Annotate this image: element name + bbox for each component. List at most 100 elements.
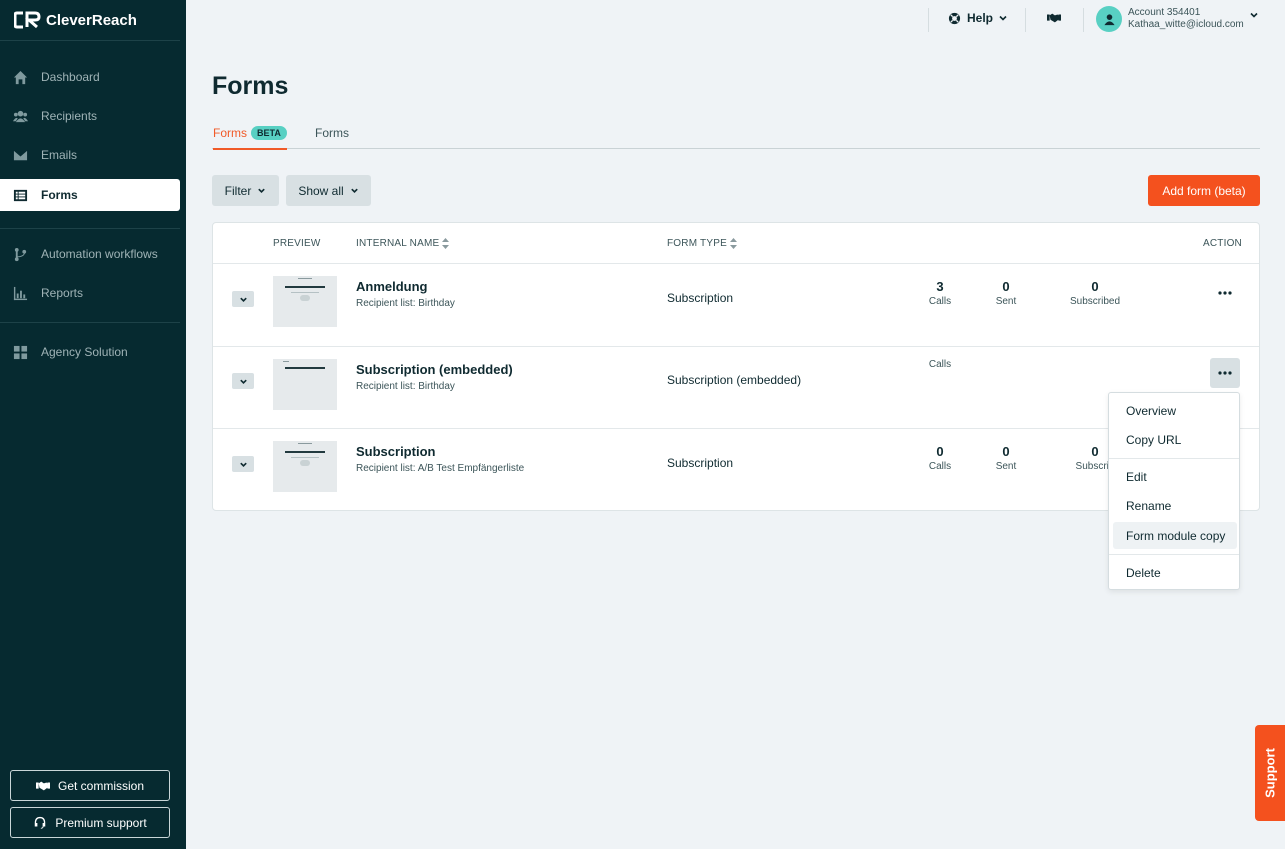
sidebar-item-label: Recipients (41, 109, 98, 123)
table-row: Subscription Recipient list: A/B Test Em… (213, 429, 1259, 511)
form-name[interactable]: Anmeldung (356, 279, 428, 294)
stat-label: Sent (995, 296, 1017, 307)
table-row: Subscription (embedded) Recipient list: … (213, 347, 1259, 428)
form-name[interactable]: Subscription (356, 444, 435, 459)
menu-item-form-module-copy[interactable]: Form module copy (1113, 522, 1237, 549)
sidebar-divider (0, 322, 180, 323)
stat-value: 0 (1091, 279, 1099, 294)
brand-name: CleverReach (46, 11, 137, 29)
workflow-icon (14, 247, 27, 261)
sidebar: CleverReach Dashboard Recipients Emails … (0, 0, 186, 849)
menu-item-edit[interactable]: Edit (1113, 463, 1237, 490)
premium-support-label: Premium support (55, 815, 147, 830)
stat-sent: 0 Sent (971, 279, 1041, 307)
stat-label: Calls (928, 461, 952, 472)
sidebar-item-label: Agency Solution (41, 345, 128, 359)
column-header-label: FORM TYPE (667, 238, 727, 249)
sidebar-item-label: Dashboard (41, 70, 100, 84)
support-label: Support (1262, 748, 1278, 798)
row-actions-button[interactable] (1210, 358, 1240, 388)
beta-badge: BETA (251, 126, 287, 140)
recipient-list: Recipient list: Birthday (356, 381, 455, 392)
account-menu[interactable]: Account 354401 Kathaa_witte@icloud.com (1096, 6, 1259, 32)
menu-divider (1109, 458, 1239, 459)
column-header-label: INTERNAL NAME (356, 238, 440, 249)
partner-handshake-button[interactable] (1045, 11, 1063, 30)
show-all-dropdown[interactable]: Show all (286, 175, 371, 206)
sort-icon (729, 238, 737, 249)
tab-forms[interactable]: Forms (315, 126, 349, 140)
column-header-name[interactable]: INTERNAL NAME (356, 238, 450, 249)
column-header-preview: PREVIEW (273, 238, 321, 249)
help-menu-button[interactable]: Help (948, 11, 1014, 25)
support-tab[interactable]: Support (1255, 725, 1285, 821)
column-header-type[interactable]: FORM TYPE (667, 238, 737, 249)
stat-label: Subscribed (1069, 296, 1121, 307)
form-preview-thumbnail[interactable] (273, 359, 337, 410)
expand-row-button[interactable] (232, 456, 254, 472)
sidebar-item-reports[interactable]: Reports (0, 277, 186, 309)
topbar: Help Account 354401 Kathaa_witte@icloud.… (186, 0, 1285, 38)
brand-logo[interactable]: CleverReach (0, 0, 180, 41)
stat-subscribed: 0 Subscribed (1060, 279, 1130, 307)
sidebar-item-forms[interactable]: Forms (0, 179, 180, 211)
account-email: Kathaa_witte@icloud.com (1128, 19, 1244, 30)
sidebar-item-recipients[interactable]: Recipients (0, 100, 186, 132)
stat-sent: 0 Sent (971, 444, 1041, 472)
show-all-label: Show all (298, 183, 344, 198)
chevron-down-icon (239, 379, 247, 384)
chevron-down-icon (350, 188, 358, 193)
user-icon (1103, 13, 1115, 25)
sidebar-item-emails[interactable]: Emails (0, 139, 186, 171)
sort-icon (442, 238, 450, 249)
sidebar-item-agency[interactable]: Agency Solution (0, 336, 186, 368)
handshake-icon (35, 781, 50, 790)
form-type: Subscription (embedded) (667, 373, 802, 387)
row-actions-menu: Overview Copy URL Edit Rename Form modul… (1108, 392, 1240, 590)
more-dots-icon (1218, 291, 1232, 295)
form-type: Subscription (667, 456, 734, 470)
form-preview-thumbnail[interactable] (273, 276, 337, 327)
help-label: Help (967, 11, 994, 25)
menu-item-rename[interactable]: Rename (1113, 492, 1237, 519)
stat-value: 0 (1002, 279, 1010, 294)
menu-item-overview[interactable]: Overview (1113, 397, 1237, 424)
tab-label: Forms (213, 126, 247, 140)
headset-icon (35, 816, 46, 829)
chevron-down-icon (999, 15, 1007, 21)
filter-button[interactable]: Filter (212, 175, 279, 206)
bar-chart-icon (13, 286, 28, 300)
menu-item-copy-url[interactable]: Copy URL (1113, 426, 1237, 453)
topbar-divider (1025, 8, 1026, 32)
handshake-icon (1047, 13, 1061, 23)
sidebar-divider (0, 228, 180, 229)
form-name[interactable]: Subscription (embedded) (356, 362, 513, 377)
tab-label: Forms (315, 126, 349, 140)
sidebar-item-label: Emails (41, 148, 78, 162)
users-icon (13, 110, 28, 122)
form-list-icon (13, 189, 28, 201)
expand-row-button[interactable] (232, 373, 254, 389)
lifebuoy-icon (948, 12, 961, 24)
stat-value: 0 (936, 444, 944, 459)
tab-forms-beta[interactable]: Forms BETA (213, 126, 287, 150)
row-actions-button[interactable] (1210, 278, 1240, 308)
sidebar-item-label: Automation workflows (41, 247, 158, 261)
stat-calls: 0 Calls (905, 444, 975, 472)
expand-row-button[interactable] (232, 291, 254, 307)
get-commission-label: Get commission (57, 778, 145, 793)
form-preview-thumbnail[interactable] (273, 441, 337, 492)
premium-support-button[interactable]: Premium support (10, 807, 170, 838)
cleverreach-logo-icon (14, 11, 41, 29)
form-type: Subscription (667, 291, 734, 305)
get-commission-button[interactable]: Get commission (10, 770, 170, 801)
menu-divider (1109, 554, 1239, 555)
topbar-divider (928, 8, 929, 32)
sidebar-item-automation[interactable]: Automation workflows (0, 238, 186, 270)
sidebar-item-label: Forms (41, 188, 78, 202)
sidebar-item-dashboard[interactable]: Dashboard (0, 61, 186, 93)
add-form-button[interactable]: Add form (beta) (1148, 175, 1260, 206)
menu-item-delete[interactable]: Delete (1113, 559, 1237, 586)
table-row: Anmeldung Recipient list: Birthday Subsc… (213, 264, 1259, 346)
tabs: Forms BETA Forms (212, 122, 1260, 150)
